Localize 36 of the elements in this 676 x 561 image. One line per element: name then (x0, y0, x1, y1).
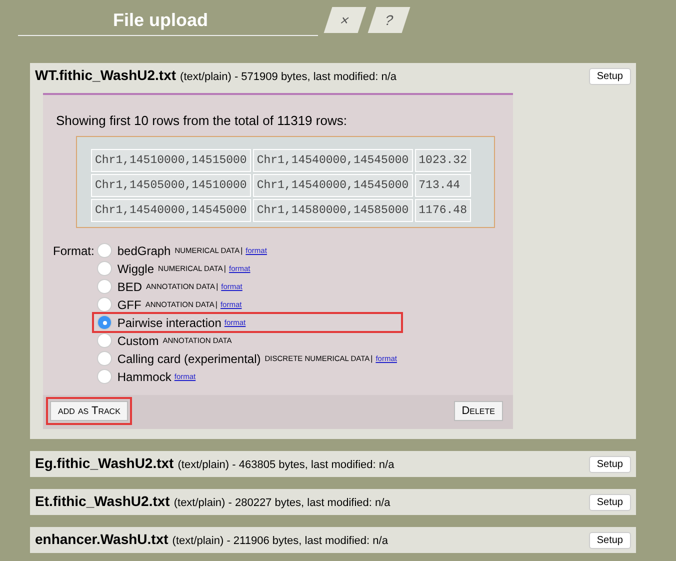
help-button[interactable]: ? (368, 7, 410, 33)
file-info: (text/plain) - 463805 bytes, last modified: n/a (178, 459, 394, 471)
radio-button[interactable] (98, 352, 112, 365)
table-cell: 1023.32 (414, 149, 471, 172)
file-info: (text/plain) - 571909 bytes, last modified: n/a (180, 71, 396, 83)
setup-button[interactable]: Setup (588, 494, 631, 510)
table-cell: Chr1,14505000,14510000 (91, 174, 251, 197)
file-name: Eg.fithic_WashU2.txt (35, 455, 174, 471)
radio-button[interactable] (98, 280, 112, 293)
setup-button[interactable]: Setup (588, 456, 631, 472)
table-cell: Chr1,14540000,14545000 (252, 174, 413, 197)
file-info: (text/plain) - 211906 bytes, last modified: n/a (172, 535, 388, 547)
table-cell: Chr1,14540000,14545000 (252, 149, 413, 172)
file-name: Et.fithic_WashU2.txt (35, 493, 170, 509)
radio-button[interactable] (98, 316, 112, 329)
close-button[interactable]: × (324, 7, 366, 33)
file-info: (text/plain) - 280227 bytes, last modified: n/a (174, 497, 390, 509)
add-track-button[interactable]: add as Track (50, 401, 128, 421)
radio-button[interactable] (98, 262, 112, 275)
radio-button[interactable] (98, 370, 112, 383)
table-cell: Chr1,14580000,14585000 (252, 199, 413, 222)
preview-caption: Showing first 10 rows from the total of 11319 rows: (55, 112, 348, 130)
table-cell: Chr1,14510000,14515000 (91, 149, 251, 172)
table-cell: Chr1,14540000,14545000 (91, 199, 251, 222)
radio-button[interactable] (98, 244, 112, 257)
table-cell: 1176.48 (414, 199, 471, 222)
delete-button[interactable]: Delete (454, 401, 503, 421)
radio-button[interactable] (98, 334, 112, 347)
setup-button[interactable]: Setup (588, 68, 631, 84)
table-cell: 713.44 (414, 174, 471, 197)
file-name: WT.fithic_WashU2.txt (35, 67, 176, 83)
file-name: enhancer.WashU.txt (35, 531, 168, 547)
dialog-title: File upload (18, 10, 318, 36)
radio-button[interactable] (98, 298, 112, 311)
setup-button[interactable]: Setup (588, 532, 631, 548)
format-label: Format: (53, 244, 94, 260)
